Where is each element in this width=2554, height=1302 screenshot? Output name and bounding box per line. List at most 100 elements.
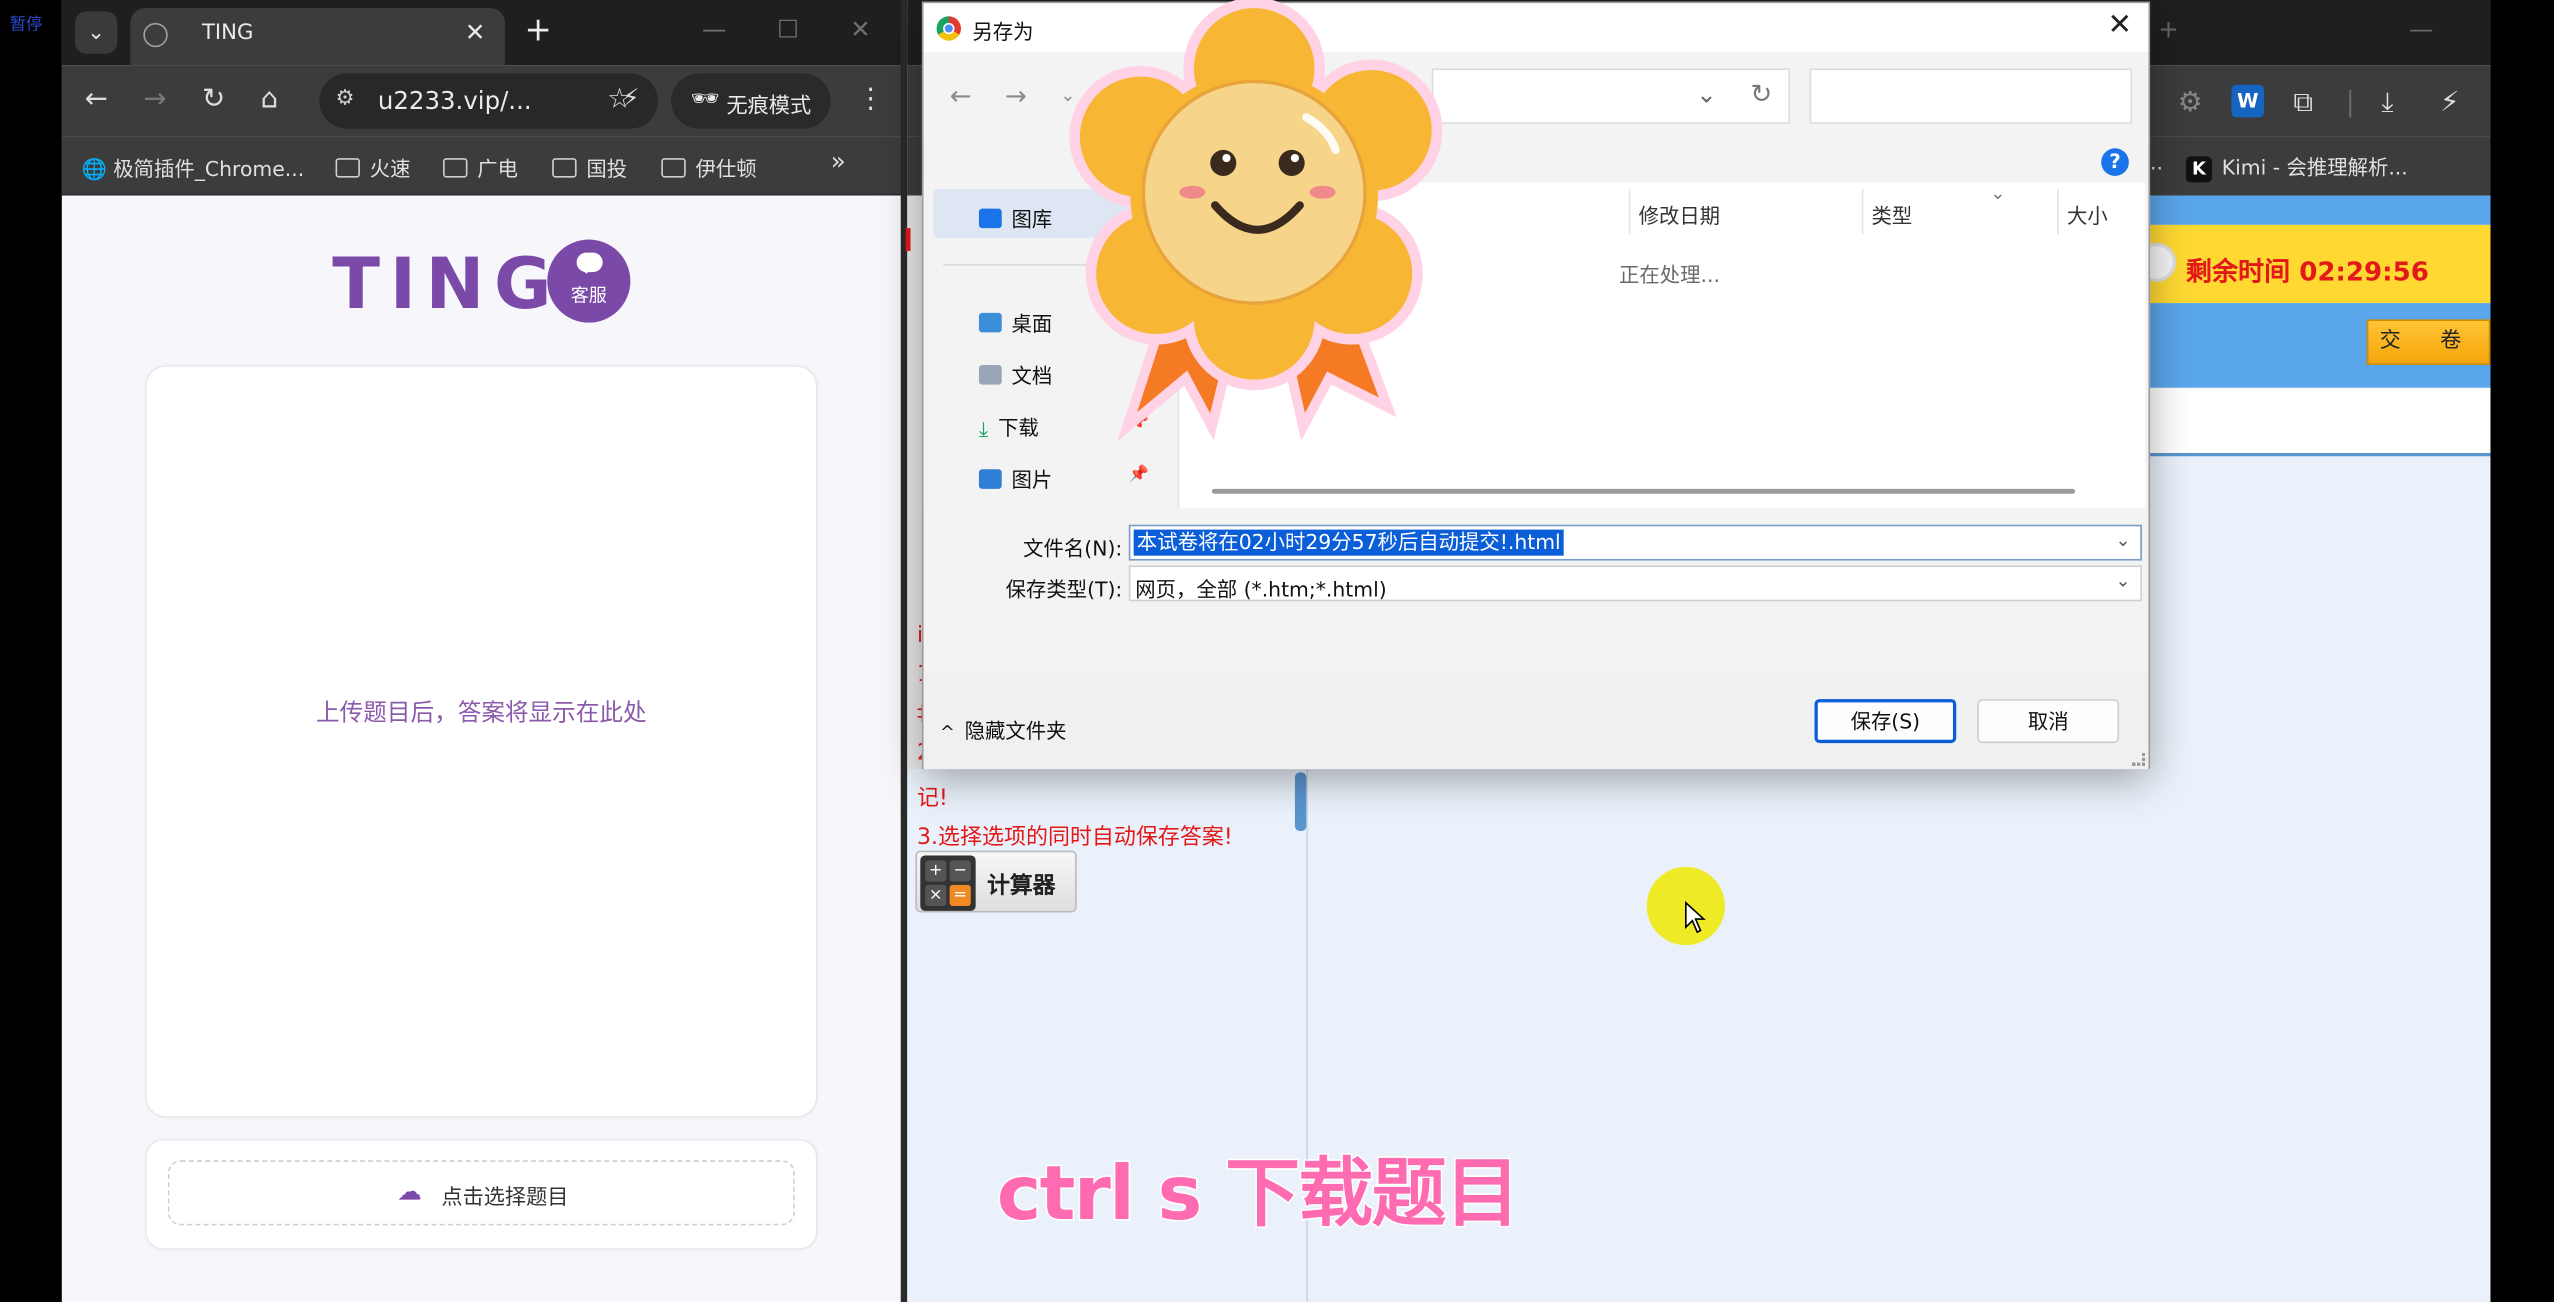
chevron-down-icon[interactable]: ⌄	[2115, 570, 2130, 591]
extension-icon[interactable]: ⚡	[622, 83, 639, 112]
pause-label[interactable]: 暂停	[10, 10, 43, 34]
back-icon[interactable]: ←	[950, 80, 972, 111]
path-box[interactable]: ⌄ ↻	[1431, 68, 1791, 124]
bookmark-overflow: ..	[2150, 149, 2164, 175]
bookmark-folder[interactable]: 火速	[335, 152, 410, 183]
submit-exam-button[interactable]: 交 卷	[2366, 319, 2491, 366]
toolbar-separator: |	[2345, 86, 2355, 119]
cloud-upload-icon: ☁	[397, 1176, 422, 1206]
minimize-icon[interactable]: —	[702, 15, 726, 44]
folder-icon	[661, 158, 686, 178]
bookmark-folder[interactable]: 国投	[552, 152, 627, 183]
sort-indicator-icon: ⌄	[1990, 182, 2006, 204]
toolbar: ← → ↻ ⌂ ⚙ u2233.vip/... ☆ ⚡ 🕶 无痕模式 ⋮	[61, 65, 903, 137]
resize-grip[interactable]	[2132, 752, 2146, 766]
exam-header-bar	[2150, 195, 2491, 225]
extensions-icon[interactable]: ⧉	[2293, 86, 2313, 119]
documents-icon	[978, 365, 1002, 385]
window-close-icon[interactable]: ✕	[850, 15, 870, 44]
globe-icon	[143, 22, 168, 48]
calculator-label: 计算器	[987, 873, 1056, 900]
tab-search-button[interactable]: ⌄	[74, 11, 118, 54]
sticker-eye-left	[1210, 149, 1237, 176]
bookmark-kimi[interactable]: K Kimi - 会推理解析...	[2185, 150, 2408, 183]
bookmark-item[interactable]: 🌐 极简插件_Chrome...	[81, 152, 304, 183]
new-tab-button[interactable]: +	[524, 10, 551, 49]
reload-icon[interactable]: ↻	[202, 83, 225, 116]
minimize-icon[interactable]: —	[2409, 15, 2433, 44]
save-button[interactable]: 保存(S)	[1814, 699, 1957, 744]
back-icon[interactable]: ←	[85, 83, 108, 116]
forward-icon[interactable]: →	[1005, 80, 1027, 111]
download-icon[interactable]: ⤓	[2381, 86, 2393, 119]
video-caption: ctrl s 下载题目	[995, 1147, 1521, 1238]
left-browser-window: ⌄ TING ✕ + — ☐ ✕ ← → ↻ ⌂ ⚙ u2233.vip/...…	[61, 0, 903, 1302]
help-icon[interactable]: ?	[2101, 148, 2129, 176]
calculator-button[interactable]: + − × = 计算器	[915, 850, 1077, 913]
upload-button[interactable]: ☁ 点击选择题目	[167, 1160, 795, 1226]
filename-label: 文件名(N):	[1023, 536, 1123, 561]
column-separator	[1628, 189, 1631, 235]
chevron-down-icon[interactable]: ⌄	[2115, 530, 2130, 551]
browser-tab[interactable]: TING ✕	[130, 8, 505, 66]
filetype-select[interactable]: 网页，全部 (*.htm;*.html) ⌄	[1128, 565, 2142, 602]
bookmark-folder[interactable]: 广电	[443, 152, 518, 183]
customer-service-label: 客服	[570, 285, 607, 307]
calculator-icon: + − × =	[920, 855, 976, 911]
filetype-label: 保存类型(T):	[1005, 576, 1123, 602]
nav-item-documents[interactable]: 文档	[978, 358, 1052, 389]
sticker-eye-right	[1278, 149, 1305, 176]
site-info-icon[interactable]: ⚙	[336, 86, 355, 110]
column-header-size[interactable]: 大小	[2067, 199, 2108, 230]
forward-icon[interactable]: →	[143, 83, 166, 116]
red-marker	[905, 228, 911, 251]
notice-fragment: 记!	[917, 785, 948, 812]
folder-icon	[335, 158, 360, 178]
horizontal-scrollbar[interactable]	[1211, 488, 2076, 494]
search-input[interactable]	[1809, 68, 2133, 124]
hide-folders-toggle[interactable]: ^ 隐藏文件夹	[940, 714, 1067, 745]
tab-strip: ⌄ TING ✕ + — ☐ ✕	[61, 0, 903, 66]
filetype-value: 网页，全部 (*.htm;*.html)	[1135, 576, 1387, 602]
processing-status: 正在处理...	[1619, 262, 1720, 287]
customer-service-button[interactable]: 客服	[547, 239, 631, 323]
incognito-badge[interactable]: 🕶 无痕模式	[671, 73, 831, 129]
refresh-icon[interactable]: ↻	[1750, 78, 1772, 109]
w-extension-icon[interactable]: W	[2231, 84, 2265, 118]
bookmark-folder[interactable]: 伊仕顿	[661, 152, 757, 183]
upload-card: ☁ 点击选择题目	[146, 1140, 817, 1249]
flower-sticker	[1069, 0, 1443, 442]
nav-item-pictures[interactable]: 图片	[978, 463, 1052, 494]
notice-autosave: 3.选择选项的同时自动保存答案!	[917, 824, 1233, 851]
chevron-down-icon[interactable]: ⌄	[1696, 80, 1716, 109]
nav-item-downloads[interactable]: ⤓ 下载	[979, 411, 1039, 444]
column-header-type[interactable]: 类型	[1872, 199, 1913, 230]
column-header-date[interactable]: 修改日期	[1639, 199, 1720, 230]
home-icon[interactable]: ⌂	[261, 83, 279, 116]
nav-item-gallery[interactable]: 图库	[978, 202, 1052, 233]
tab-close-icon[interactable]: ✕	[465, 18, 485, 47]
more-bookmarks-icon[interactable]: »	[831, 147, 846, 176]
pictures-icon	[978, 469, 1002, 489]
mouse-cursor-icon	[1685, 901, 1706, 934]
menu-icon[interactable]: ⋮	[857, 83, 885, 116]
timer-text: 剩余时间 02:29:56	[2185, 255, 2429, 287]
bookmarks-bar: 🌐 极简插件_Chrome... 火速 广电 国投 伊仕顿 »	[61, 136, 903, 196]
new-tab-button[interactable]: +	[2158, 15, 2178, 44]
translate-icon[interactable]: ⚙	[2178, 86, 2203, 119]
dialog-close-icon[interactable]: ✕	[2108, 8, 2133, 42]
panel-collapse-handle[interactable]	[1294, 772, 1307, 832]
upload-label: 点击选择题目	[441, 1186, 569, 1211]
nav-item-desktop[interactable]: 桌面	[978, 306, 1052, 337]
kimi-icon: K	[2185, 156, 2212, 183]
address-bar[interactable]: ⚙ u2233.vip/... ☆	[319, 73, 659, 129]
dialog-title: 另存为	[972, 19, 1034, 44]
performance-icon[interactable]: ⚡	[2440, 86, 2459, 119]
filename-input[interactable]: 本试卷将在02小时29分57秒后自动提交!.html ⌄	[1128, 524, 2142, 561]
incognito-label: 无痕模式	[726, 94, 812, 119]
cancel-button[interactable]: 取消	[1977, 699, 2120, 744]
incognito-icon: 🕶	[690, 86, 720, 113]
pin-icon[interactable]: 📌	[1129, 466, 1149, 484]
chrome-icon	[936, 16, 962, 41]
maximize-icon[interactable]: ☐	[777, 15, 799, 44]
